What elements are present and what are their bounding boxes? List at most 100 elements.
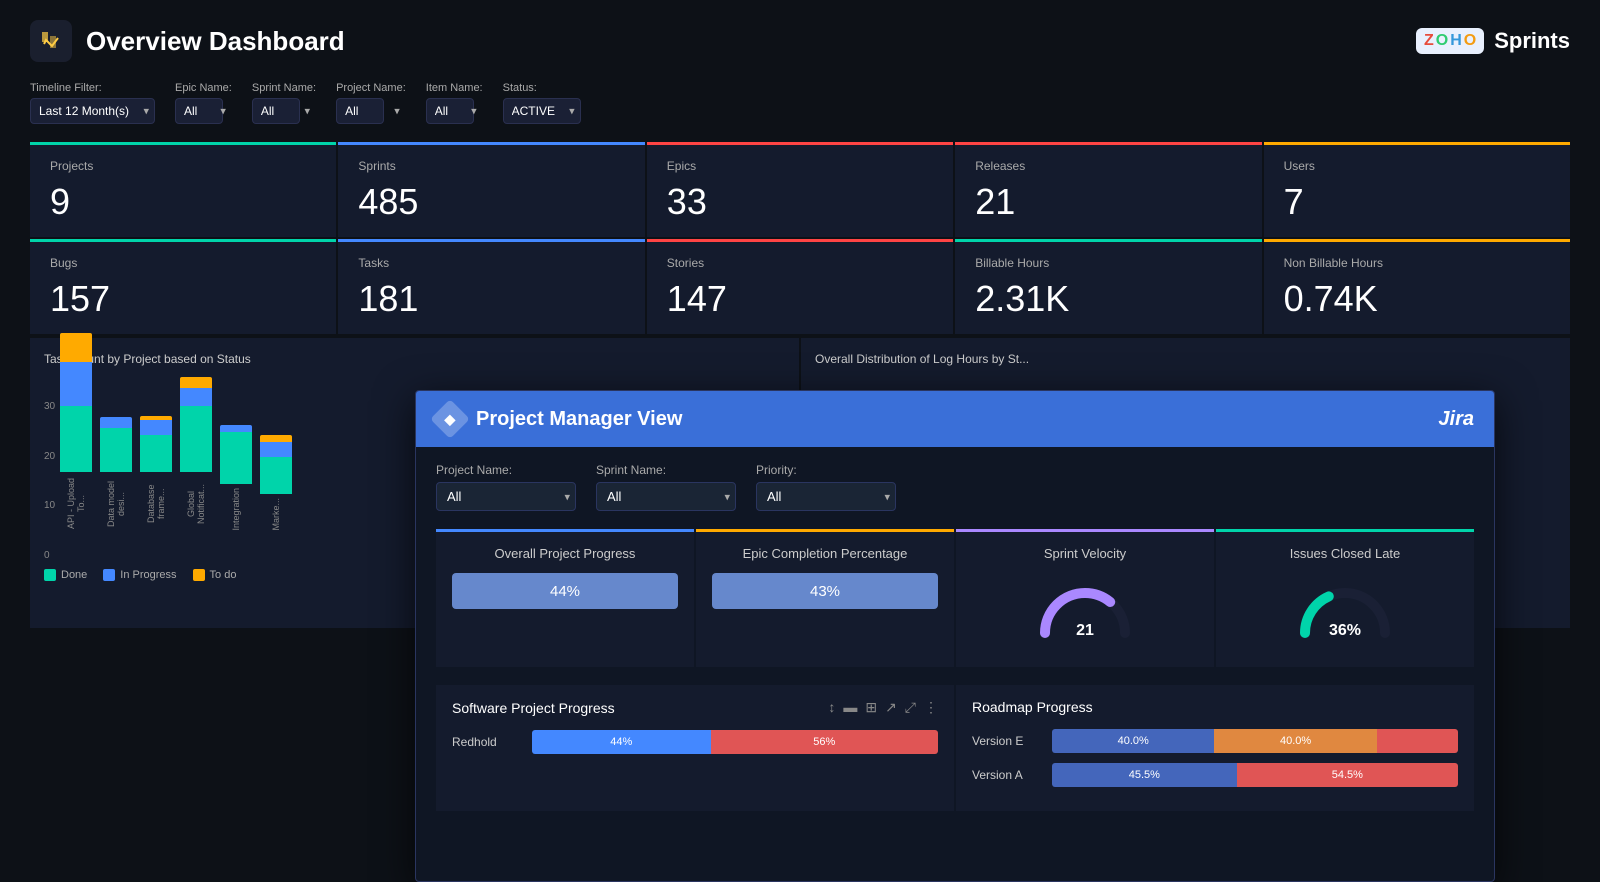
project-select[interactable]: All bbox=[336, 98, 384, 124]
velocity-gauge-svg: 21 bbox=[1035, 583, 1135, 643]
bar-todo bbox=[260, 435, 292, 442]
bar-stack bbox=[100, 417, 132, 472]
stat-card-releases: Releases21 bbox=[955, 142, 1261, 237]
pm-lower-section: Software Project Progress ↕ ▬ ⊞ ↗ ⤢ ⋮ Re… bbox=[436, 685, 1474, 811]
software-section-header: Software Project Progress ↕ ▬ ⊞ ↗ ⤢ ⋮ bbox=[452, 699, 938, 716]
svg-text:36%: 36% bbox=[1329, 622, 1361, 639]
redhold-bar: 44% 56% bbox=[532, 730, 938, 754]
pm-filters: Project Name: All Sprint Name: All Prior… bbox=[436, 463, 1474, 511]
epic-completion-bar: 43% bbox=[712, 573, 938, 609]
bar-group: API - Upload To... bbox=[60, 333, 92, 531]
stats-bottom-grid: Bugs157Tasks181Stories147Billable Hours2… bbox=[30, 239, 1570, 334]
velocity-gauge: 21 bbox=[972, 573, 1198, 653]
bar-in-progress bbox=[140, 420, 172, 435]
redhold-remain-pct: 56% bbox=[711, 730, 938, 754]
kpi-project-progress: Overall Project Progress 44% bbox=[436, 529, 694, 667]
pm-jira-label: Jira bbox=[1438, 408, 1474, 431]
pm-priority-select-wrapper[interactable]: All bbox=[756, 482, 896, 511]
pm-priority-label: Priority: bbox=[756, 463, 896, 477]
sprint-select[interactable]: All bbox=[252, 98, 300, 124]
timeline-select-wrapper[interactable]: Last 12 Month(s) bbox=[30, 98, 155, 124]
zoho-h: H bbox=[1450, 32, 1462, 50]
bar-group: Data model desi... bbox=[100, 417, 132, 531]
stat-card-users: Users7 bbox=[1264, 142, 1570, 237]
pm-header: ◆ Project Manager View Jira bbox=[416, 391, 1494, 447]
bar-chart-title: Task Count by Project based on Status bbox=[44, 352, 785, 366]
bar-label: Database frame... bbox=[146, 476, 166, 531]
software-section-title: Software Project Progress bbox=[452, 700, 615, 716]
bar-done bbox=[60, 406, 92, 472]
stat-card-bugs: Bugs157 bbox=[30, 239, 336, 334]
issues-gauge-svg: 36% bbox=[1295, 583, 1395, 643]
timeline-select[interactable]: Last 12 Month(s) bbox=[30, 98, 155, 124]
item-select-wrapper[interactable]: All bbox=[426, 98, 483, 124]
pm-project-select[interactable]: All bbox=[436, 482, 576, 511]
bar-label: Integration bbox=[231, 488, 241, 531]
zoho-z: Z bbox=[1424, 32, 1434, 50]
bar-stack bbox=[140, 416, 172, 472]
sort-icon[interactable]: ↕ bbox=[828, 699, 835, 716]
legend-item-done: Done bbox=[44, 569, 87, 581]
kpi-issues-title: Issues Closed Late bbox=[1232, 546, 1458, 561]
kpi-epic-completion: Epic Completion Percentage 43% bbox=[696, 529, 954, 667]
epic-select-wrapper[interactable]: All bbox=[175, 98, 232, 124]
zoho-o1: O bbox=[1436, 32, 1448, 50]
pm-sprint-label: Sprint Name: bbox=[596, 463, 736, 477]
sprint-filter-group: Sprint Name: All bbox=[252, 82, 316, 124]
pm-priority-select[interactable]: All bbox=[756, 482, 896, 511]
version-a-red: 54.5% bbox=[1237, 763, 1458, 787]
pm-project-select-wrapper[interactable]: All bbox=[436, 482, 576, 511]
pm-header-left: ◆ Project Manager View bbox=[436, 405, 682, 433]
bar-in-progress bbox=[260, 442, 292, 457]
pm-diamond-icon: ◆ bbox=[430, 399, 470, 439]
item-select[interactable]: All bbox=[426, 98, 474, 124]
project-filter-label: Project Name: bbox=[336, 82, 406, 94]
epic-completion-value: 43% bbox=[810, 583, 840, 600]
version-a-blue: 45.5% bbox=[1052, 763, 1237, 787]
bar-in-progress bbox=[220, 425, 252, 432]
version-e-label: Version E bbox=[972, 734, 1042, 748]
sprint-select-wrapper[interactable]: All bbox=[252, 98, 316, 124]
project-select-wrapper[interactable]: All bbox=[336, 98, 406, 124]
bar-group: Database frame... bbox=[140, 416, 172, 531]
kpi-sprint-velocity: Sprint Velocity 21 bbox=[956, 529, 1214, 667]
pm-project-filter: Project Name: All bbox=[436, 463, 576, 511]
epic-filter-group: Epic Name: All bbox=[175, 82, 232, 124]
pm-priority-filter: Priority: All bbox=[756, 463, 896, 511]
bar-stack bbox=[220, 425, 252, 484]
more-icon[interactable]: ⋮ bbox=[924, 699, 938, 716]
bar-in-progress bbox=[60, 362, 92, 406]
kpi-velocity-title: Sprint Velocity bbox=[972, 546, 1198, 561]
status-select-wrapper[interactable]: ACTIVE bbox=[503, 98, 581, 124]
bar-label: Marke... bbox=[271, 498, 281, 531]
bar-label: API - Upload To... bbox=[66, 476, 86, 531]
stats-top-grid: Projects9Sprints485Epics33Releases21User… bbox=[30, 142, 1570, 237]
y-axis: 30 20 10 0 bbox=[44, 401, 55, 561]
bar-done bbox=[180, 406, 212, 472]
legend-dot bbox=[193, 569, 205, 581]
pm-sprint-select[interactable]: All bbox=[596, 482, 736, 511]
legend-item-to-do: To do bbox=[193, 569, 237, 581]
bar-done bbox=[140, 435, 172, 472]
bar-group: Marke... bbox=[260, 435, 292, 531]
version-a-bar: 45.5% 54.5% bbox=[1052, 763, 1458, 787]
zoho-o2: O bbox=[1464, 32, 1476, 50]
bar-done bbox=[260, 457, 292, 494]
expand-icon[interactable]: ⤢ bbox=[905, 699, 916, 716]
chart-icon[interactable]: ▬ bbox=[843, 699, 857, 716]
version-e-red bbox=[1377, 729, 1458, 753]
export-icon[interactable]: ↗ bbox=[885, 699, 897, 716]
status-select[interactable]: ACTIVE bbox=[503, 98, 581, 124]
bar-done bbox=[100, 428, 132, 472]
pm-sprint-select-wrapper[interactable]: All bbox=[596, 482, 736, 511]
dashboard-header: Overview Dashboard Z O H O Sprints bbox=[30, 20, 1570, 62]
grid-icon[interactable]: ⊞ bbox=[865, 699, 877, 716]
bar-todo bbox=[180, 377, 212, 388]
version-e-orange: 40.0% bbox=[1214, 729, 1376, 753]
item-filter-group: Item Name: All bbox=[426, 82, 483, 124]
project-progress-value: 44% bbox=[550, 583, 580, 600]
roadmap-section: Roadmap Progress Version E 40.0% 40.0% V… bbox=[956, 685, 1474, 811]
legend-label: In Progress bbox=[120, 569, 176, 581]
epic-select[interactable]: All bbox=[175, 98, 223, 124]
legend-dot bbox=[44, 569, 56, 581]
